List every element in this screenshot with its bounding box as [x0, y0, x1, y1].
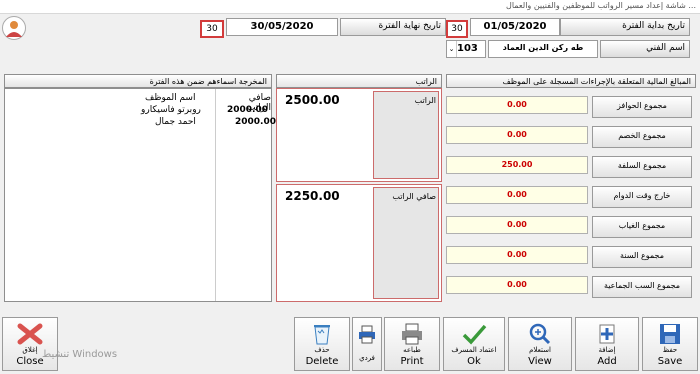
- summary-value-incentives: 0.00: [446, 96, 588, 114]
- summary-label-absence: مجموع الغياب: [592, 216, 692, 238]
- window-title: ... شاشة إعداد مسير الرواتب للموظفين وال…: [506, 1, 696, 10]
- period-start-field[interactable]: 01/05/2020: [470, 18, 560, 36]
- summary-row: 0.00 مجموع السب الجماعية: [446, 276, 696, 298]
- period-employees-header: المخرجة اسماءهم ضمن هذه الفترة: [4, 74, 272, 88]
- view-button[interactable]: استعلام View: [508, 317, 572, 371]
- net-salary-value: 2250.00: [285, 189, 340, 203]
- search-icon: [529, 323, 551, 345]
- technician-code-select[interactable]: 103 ⌄: [446, 40, 486, 58]
- checkmark-icon: [462, 324, 487, 345]
- summary-label-overtime: خارج وقت الدوام: [592, 186, 692, 208]
- add-button[interactable]: إضافة Add: [575, 317, 639, 371]
- technician-code: 103: [457, 43, 478, 54]
- period-end-days[interactable]: 30: [200, 20, 224, 38]
- delete-label-ar: حذف: [314, 346, 330, 354]
- summary-row: 250.00 مجموع السلفة: [446, 156, 696, 178]
- row-net: 2000.00: [227, 105, 268, 115]
- period-start-days[interactable]: 30: [446, 20, 468, 38]
- add-icon: [599, 324, 615, 344]
- row-net: 2000.00: [235, 117, 276, 127]
- technician-label: اسم الفني: [600, 40, 690, 58]
- summary-row: 0.00 مجموع الخصم: [446, 126, 696, 148]
- salary-header: الراتب: [276, 74, 442, 88]
- summary-row: 0.00 مجموع الغياب: [446, 216, 696, 238]
- printer-icon: [402, 323, 422, 345]
- summary-value-overtime: 0.00: [446, 186, 588, 204]
- net-salary-box: 2250.00 صافي الراتب: [276, 184, 442, 302]
- individual-print-button[interactable]: فردي: [352, 317, 382, 371]
- period-end-field[interactable]: 30/05/2020: [226, 18, 338, 36]
- save-label-ar: حفظ: [662, 346, 678, 354]
- summary-value-deduction: 0.00: [446, 126, 588, 144]
- individual-label-ar: فردي: [359, 354, 375, 362]
- summary-label-incentives: مجموع الحوافز: [592, 96, 692, 118]
- printer-small-icon: [359, 325, 375, 344]
- net-salary-label: صافي الراتب: [392, 192, 436, 201]
- row-name: احمد جمال: [155, 117, 196, 127]
- approve-label-ar: اعتماد المسرف: [451, 346, 497, 354]
- print-button[interactable]: طباعه Print: [384, 317, 440, 371]
- period-start-label: تاريخ بداية الفترة: [560, 18, 690, 36]
- summary-value-year: 0.00: [446, 246, 588, 264]
- salary-value: 2500.00: [285, 93, 340, 107]
- approve-label: Ok: [467, 356, 481, 367]
- save-icon: [660, 324, 680, 344]
- activation-watermark: تنشيط Windows: [42, 349, 118, 360]
- column-divider: [215, 89, 216, 301]
- summary-label-year: مجموع السنة: [592, 246, 692, 268]
- view-label: View: [528, 356, 552, 367]
- delete-button[interactable]: حذف Delete: [294, 317, 350, 371]
- summary-label-collective: مجموع السب الجماعية: [592, 276, 692, 298]
- summary-panel: 0.00 مجموع الحوافز 0.00 مجموع الخصم 250.…: [446, 88, 696, 302]
- summary-row: 0.00 مجموع الحوافز: [446, 96, 696, 118]
- summary-value-absence: 0.00: [446, 216, 588, 234]
- delete-label: Delete: [305, 356, 339, 367]
- save-label: Save: [657, 356, 683, 367]
- row-name: روبرتو فاسيكارو: [141, 105, 201, 115]
- amounts-header: المبالغ المالية المتعلقة بالإجراءات المس…: [446, 74, 696, 88]
- close-button[interactable]: إغلاق Close: [2, 317, 58, 371]
- column-header-name: اسم الموظف: [145, 93, 196, 103]
- close-icon: [17, 323, 43, 345]
- user-avatar-icon[interactable]: [2, 16, 26, 40]
- approve-button[interactable]: اعتماد المسرف Ok: [443, 317, 505, 371]
- salary-label: الراتب: [414, 96, 436, 105]
- add-label-ar: إضافة: [598, 346, 616, 354]
- technician-name-field[interactable]: طه ركن الدين العماد: [488, 40, 598, 58]
- print-label-ar: طباعه: [403, 346, 421, 354]
- summary-label-deduction: مجموع الخصم: [592, 126, 692, 148]
- save-button[interactable]: حفظ Save: [642, 317, 698, 371]
- salary-box: 2500.00 الراتب: [276, 88, 442, 182]
- chevron-down-icon[interactable]: ⌄: [447, 41, 457, 57]
- summary-row: 0.00 خارج وقت الدوام: [446, 186, 696, 208]
- recycle-bin-icon: [314, 325, 330, 345]
- title-bar: ... شاشة إعداد مسير الرواتب للموظفين وال…: [0, 0, 700, 14]
- view-label-ar: استعلام: [529, 346, 551, 354]
- period-end-label: تاريخ نهاية الفترة: [340, 18, 446, 36]
- summary-value-advance: 250.00: [446, 156, 588, 174]
- add-label: Add: [597, 356, 617, 367]
- summary-row: 0.00 مجموع السنة: [446, 246, 696, 268]
- employees-table[interactable]: صافي الراتب اسم الموظف 2000.00 روبرتو فا…: [4, 88, 276, 302]
- summary-label-advance: مجموع السلفة: [592, 156, 692, 178]
- summary-value-collective: 0.00: [446, 276, 588, 294]
- print-label: Print: [400, 356, 424, 367]
